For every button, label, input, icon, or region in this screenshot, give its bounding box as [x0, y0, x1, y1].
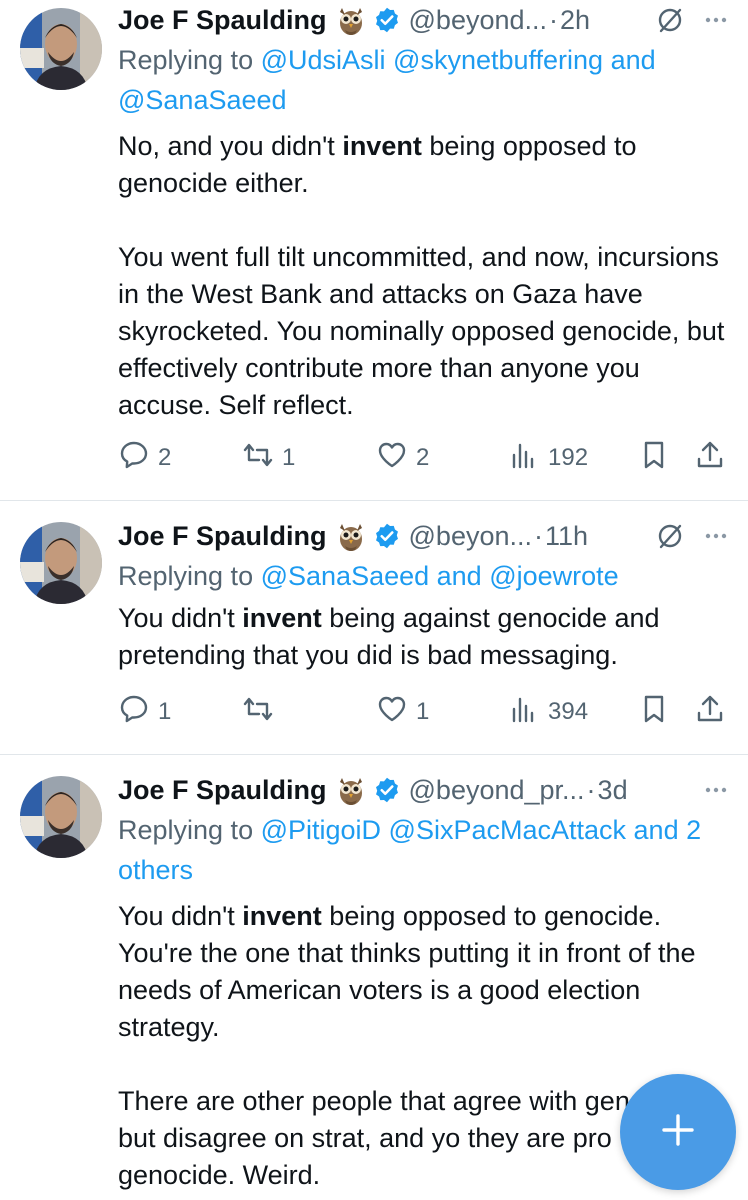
- share-button[interactable]: [694, 693, 726, 732]
- like-count: 2: [416, 444, 430, 471]
- replying-to: Replying to @UdsiAsli @skynetbuffering a…: [118, 40, 730, 120]
- grok-icon[interactable]: [656, 522, 684, 550]
- avatar[interactable]: [20, 8, 102, 90]
- author-name[interactable]: Joe F Spaulding: [118, 521, 327, 552]
- reply-count: 2: [158, 444, 172, 471]
- retweet-button[interactable]: [242, 693, 376, 732]
- retweet-icon: [242, 439, 274, 478]
- owl-emoji-icon: [337, 4, 365, 36]
- verified-badge-icon: [373, 6, 401, 34]
- timestamp[interactable]: 11h: [545, 521, 588, 552]
- tweet-actions: 1 1 394: [118, 692, 730, 732]
- reply-icon: [118, 693, 150, 732]
- share-icon: [694, 693, 726, 732]
- tweet-paragraph: You didn't invent being against genocide…: [118, 603, 660, 670]
- reply-icon: [118, 439, 150, 478]
- tweet-paragraph: You went full tilt uncommitted, and now,…: [118, 242, 725, 420]
- views-icon: [508, 439, 540, 478]
- timestamp[interactable]: 2h: [560, 5, 590, 36]
- replying-to-label: Replying to: [118, 815, 254, 845]
- tweet-text: You didn't invent being against genocide…: [118, 600, 730, 674]
- retweet-icon: [242, 693, 274, 732]
- author-name[interactable]: Joe F Spaulding: [118, 775, 327, 806]
- separator-dot: ·: [549, 4, 559, 35]
- like-button[interactable]: 1: [376, 693, 508, 732]
- replying-to-label: Replying to: [118, 45, 254, 75]
- more-icon[interactable]: [702, 522, 730, 550]
- reply-count: 1: [158, 698, 172, 725]
- avatar[interactable]: [20, 776, 102, 858]
- retweet-count: 1: [282, 444, 296, 471]
- author-handle[interactable]: @beyond...: [409, 5, 548, 36]
- author-name[interactable]: Joe F Spaulding: [118, 5, 327, 36]
- more-icon[interactable]: [702, 776, 730, 804]
- author-handle[interactable]: @beyon...: [409, 521, 532, 552]
- views-button[interactable]: 192: [508, 439, 638, 478]
- bookmark-icon: [638, 693, 670, 732]
- replying-to: Replying to @SanaSaeed and @joewrote: [118, 556, 730, 596]
- tweet[interactable]: Joe F Spaulding @beyon... · 11h Replying…: [0, 500, 748, 754]
- views-button[interactable]: 394: [508, 693, 638, 732]
- bookmark-button[interactable]: [638, 439, 694, 478]
- tweet[interactable]: Joe F Spaulding @beyond... · 2h Replying…: [0, 0, 748, 500]
- author-handle[interactable]: @beyond_pr...: [409, 775, 585, 806]
- like-button[interactable]: 2: [376, 439, 508, 478]
- verified-badge-icon: [373, 522, 401, 550]
- separator-dot: ·: [534, 520, 543, 551]
- tweet-actions: 2 1 2 192: [118, 438, 730, 478]
- owl-emoji-icon: [337, 774, 365, 806]
- tweet-paragraph: No, and you didn't invent being opposed …: [118, 131, 637, 198]
- tweet-paragraph: You didn't invent being opposed to genoc…: [118, 901, 696, 1042]
- grok-icon[interactable]: [656, 6, 684, 34]
- bookmark-button[interactable]: [638, 693, 694, 732]
- bookmark-icon: [638, 439, 670, 478]
- replying-to: Replying to @PitigoiD @SixPacMacAttack a…: [118, 810, 730, 890]
- reply-button[interactable]: 2: [118, 439, 242, 478]
- views-count: 394: [548, 698, 589, 725]
- reply-button[interactable]: 1: [118, 693, 242, 732]
- replying-to-label: Replying to: [118, 561, 254, 591]
- views-count: 192: [548, 444, 589, 471]
- heart-icon: [376, 439, 408, 478]
- more-icon[interactable]: [702, 6, 730, 34]
- retweet-button[interactable]: 1: [242, 439, 376, 478]
- owl-emoji-icon: [337, 520, 365, 552]
- heart-icon: [376, 693, 408, 732]
- compose-button[interactable]: [620, 1074, 736, 1190]
- timestamp[interactable]: 3d: [598, 775, 628, 806]
- tweet-text: No, and you didn't invent being opposed …: [118, 128, 730, 424]
- share-icon: [694, 439, 726, 478]
- reply-mentions[interactable]: @SanaSaeed and @joewrote: [261, 561, 619, 591]
- separator-dot: ·: [586, 774, 596, 805]
- views-icon: [508, 693, 540, 732]
- like-count: 1: [416, 698, 430, 725]
- avatar[interactable]: [20, 522, 102, 604]
- plus-icon: [658, 1110, 698, 1155]
- share-button[interactable]: [694, 439, 726, 478]
- verified-badge-icon: [373, 776, 401, 804]
